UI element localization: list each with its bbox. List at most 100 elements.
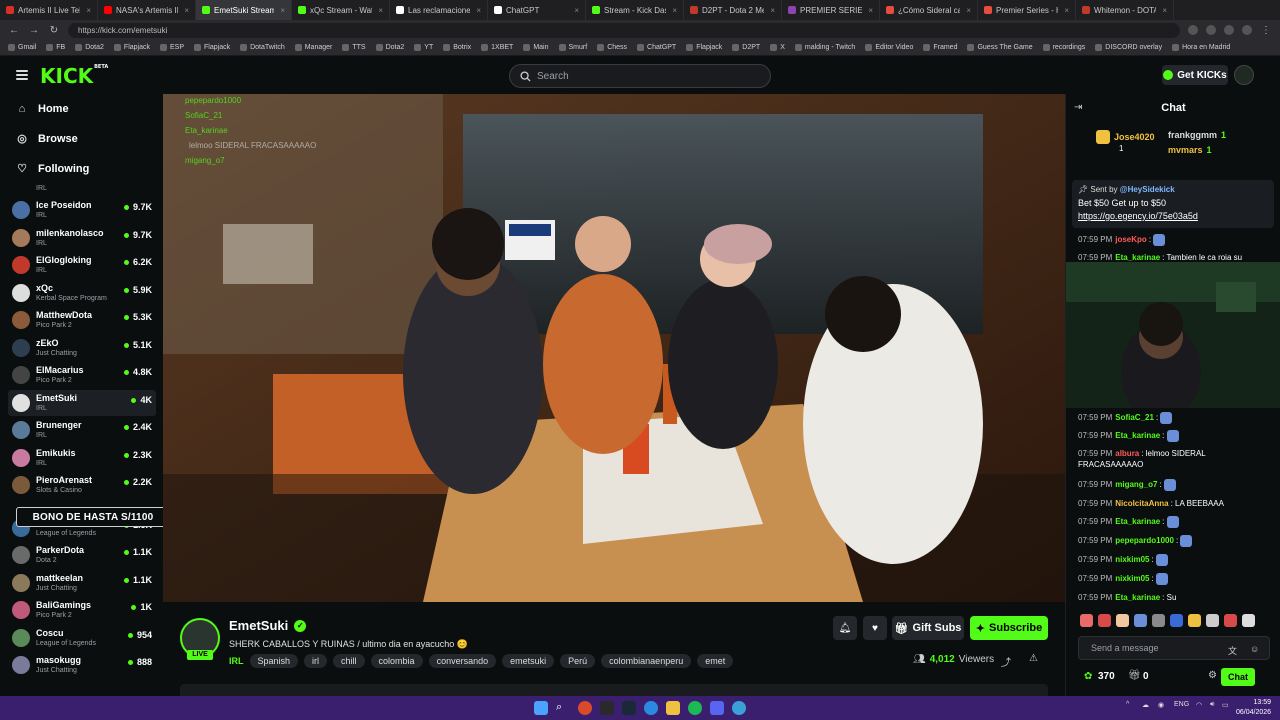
- sidebar-channel[interactable]: MatthewDota Pico Park 2 5.3K: [8, 307, 156, 333]
- discord-icon[interactable]: [710, 701, 724, 715]
- emoji-icon[interactable]: ☺: [1250, 644, 1259, 654]
- browser-tab[interactable]: ChatGPT ×: [488, 0, 586, 20]
- browser-tab[interactable]: Artemis II Live Telemetry ×: [0, 0, 98, 20]
- wifi-icon[interactable]: ◠: [1196, 701, 1202, 709]
- search-icon[interactable]: ⌕: [556, 701, 570, 715]
- browser-tab[interactable]: xQc Stream - Watch Live ×: [292, 0, 390, 20]
- battery-icon[interactable]: ▭: [1222, 701, 1229, 709]
- chat-username[interactable]: Eta_karinae: [1115, 593, 1160, 602]
- report-icon[interactable]: ⚠: [1029, 653, 1038, 664]
- extension-icon[interactable]: [1188, 25, 1198, 35]
- close-tab-icon[interactable]: ×: [770, 6, 775, 15]
- chat-username[interactable]: migang_o7: [1115, 480, 1157, 489]
- close-tab-icon[interactable]: ×: [574, 6, 579, 15]
- emote-icon[interactable]: [1116, 614, 1129, 627]
- close-tab-icon[interactable]: ×: [476, 6, 481, 15]
- stream-tag[interactable]: irl: [304, 654, 328, 668]
- stream-tag[interactable]: colombia: [370, 654, 423, 668]
- bookmark-item[interactable]: Editor Video: [865, 44, 913, 51]
- browser-tab[interactable]: EmetSuki Stream - Watch ×: [196, 0, 292, 20]
- bookmark-item[interactable]: Flapjack: [113, 44, 150, 51]
- browser-tab[interactable]: Las reclamaciones sobre ×: [390, 0, 488, 20]
- profile-icon[interactable]: [1242, 25, 1252, 35]
- sidebar-channel[interactable]: masokugg Just Chatting 888: [8, 652, 156, 678]
- telegram-icon[interactable]: [732, 701, 746, 715]
- tray-icon[interactable]: ☁: [1142, 701, 1149, 709]
- app-icon[interactable]: [600, 701, 614, 715]
- gift-subs-button[interactable]: 🎁︎ Gift Subs: [892, 616, 964, 640]
- chat-send-button[interactable]: Chat: [1221, 668, 1255, 686]
- sidebar-channel[interactable]: Coscu League of Legends 954: [8, 625, 156, 651]
- emote-icon[interactable]: [1152, 614, 1165, 627]
- emote-icon[interactable]: [1206, 614, 1219, 627]
- close-tab-icon[interactable]: ×: [280, 6, 285, 15]
- close-tab-icon[interactable]: ×: [184, 6, 189, 15]
- emote-icon[interactable]: [1242, 614, 1255, 627]
- chat-username[interactable]: Eta_karinae: [1115, 253, 1160, 262]
- stream-tag[interactable]: Perú: [560, 654, 596, 668]
- bookmark-item[interactable]: Hora en Madrid: [1172, 44, 1230, 51]
- emote-icon[interactable]: [1098, 614, 1111, 627]
- bono-banner[interactable]: BONO DE HASTA S/1100: [16, 507, 170, 527]
- chat-username[interactable]: albura: [1115, 449, 1139, 458]
- stream-tag[interactable]: conversando: [428, 654, 497, 668]
- language-indicator[interactable]: ENG: [1174, 701, 1189, 708]
- chat-username[interactable]: joseKpo: [1115, 235, 1147, 244]
- kick-logo[interactable]: KICKBETA: [40, 64, 108, 88]
- volume-icon[interactable]: 🔊︎: [1210, 701, 1214, 709]
- stream-tag[interactable]: emetsuki: [502, 654, 555, 668]
- emote-icon[interactable]: [1080, 614, 1093, 627]
- menu-icon[interactable]: ⋮: [1260, 25, 1272, 36]
- browser-tab[interactable]: PREMIER SERIES - Vod ×: [782, 0, 880, 20]
- notification-bell-icon[interactable]: 🔔︎: [833, 616, 857, 640]
- browser-tab[interactable]: Whitemon - DOTABUFF ×: [1076, 0, 1174, 20]
- chat-username[interactable]: nixkim05: [1115, 574, 1149, 583]
- stream-tag[interactable]: emet: [697, 654, 734, 668]
- emote-icon[interactable]: [1188, 614, 1201, 627]
- sidebar-channel[interactable]: BaliGamings Pico Park 2 1K: [8, 597, 156, 623]
- bookmark-item[interactable]: ChatGPT: [637, 44, 676, 51]
- close-tab-icon[interactable]: ×: [86, 6, 91, 15]
- bookmark-item[interactable]: 1XBET: [481, 44, 513, 51]
- chat-username[interactable]: Eta_karinae: [1115, 517, 1160, 526]
- sidebar-channel[interactable]: xQc Kerbal Space Program 5.9K: [8, 280, 156, 306]
- search-input[interactable]: Search: [509, 64, 771, 88]
- emote-icon[interactable]: [1224, 614, 1237, 627]
- bookmark-item[interactable]: Flapjack: [194, 44, 230, 51]
- bookmark-item[interactable]: ESP: [160, 44, 184, 51]
- url-field[interactable]: https://kick.com/emetsuki: [68, 22, 1180, 38]
- user-avatar[interactable]: [1234, 65, 1254, 85]
- stream-tag[interactable]: Spanish: [249, 654, 299, 668]
- close-tab-icon[interactable]: ×: [868, 6, 873, 15]
- bookmark-item[interactable]: D2PT: [732, 44, 760, 51]
- settings-icon[interactable]: ⚙: [1208, 670, 1217, 681]
- emote-icon[interactable]: [1170, 614, 1183, 627]
- bookmark-item[interactable]: Flapjack: [686, 44, 722, 51]
- bookmark-item[interactable]: malding - Twitch: [794, 44, 855, 51]
- steam-icon[interactable]: [622, 701, 636, 715]
- chat-input[interactable]: Send a message: [1078, 636, 1270, 660]
- close-tab-icon[interactable]: ×: [672, 6, 677, 15]
- bookmark-item[interactable]: DISCORD overlay: [1095, 44, 1162, 51]
- browser-tab[interactable]: Premier Series - Heroes ×: [978, 0, 1076, 20]
- close-tab-icon[interactable]: ×: [1064, 6, 1069, 15]
- stream-tag[interactable]: colombianaenperu: [601, 654, 692, 668]
- nav-following[interactable]: ♡ Following: [16, 163, 89, 175]
- chat-username[interactable]: Eta_karinae: [1115, 431, 1160, 440]
- sidebar-channel[interactable]: Emikukis IRL 2.3K: [8, 445, 156, 471]
- bookmark-item[interactable]: X: [770, 44, 785, 51]
- bookmark-item[interactable]: YT: [414, 44, 433, 51]
- edge-icon[interactable]: [644, 701, 658, 715]
- browser-tab[interactable]: Stream - Kick Dashboard ×: [586, 0, 684, 20]
- share-icon[interactable]: ⤴: [1001, 654, 1011, 669]
- tray-expand-icon[interactable]: ^: [1126, 701, 1129, 708]
- stream-tag[interactable]: chill: [333, 654, 365, 668]
- translate-icon[interactable]: 文: [1228, 644, 1237, 657]
- bookmark-item[interactable]: DotaTwitch: [240, 44, 285, 51]
- video-player[interactable]: pepepardo1000 SofiaC_21 Eta_karinae lelmoo …: [163, 94, 1065, 602]
- bookmark-item[interactable]: Framed: [923, 44, 957, 51]
- sidebar-channel[interactable]: mattkeelan Just Chatting 1.1K: [8, 570, 156, 596]
- sidebar-channel[interactable]: EmetSuki IRL 4K: [8, 390, 156, 416]
- bookmark-item[interactable]: Manager: [294, 44, 332, 51]
- browser-tab[interactable]: D2PT - Dota 2 Meta Her ×: [684, 0, 782, 20]
